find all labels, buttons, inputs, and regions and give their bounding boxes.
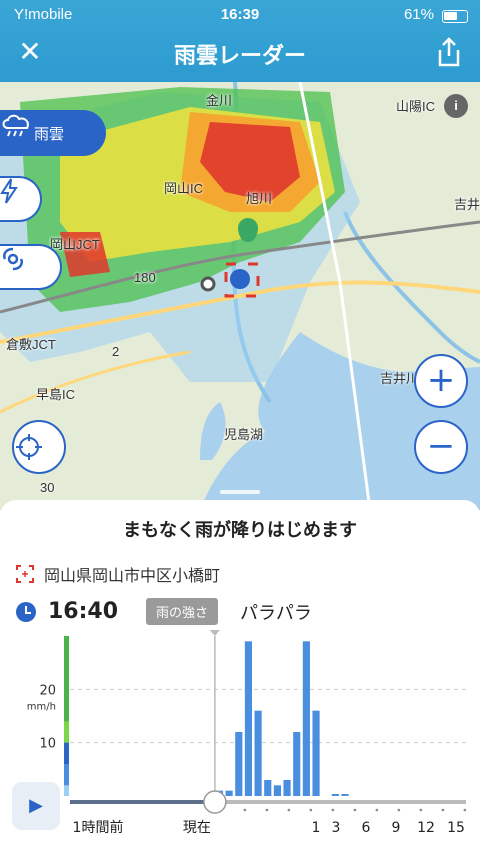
x-tick-label: 現在	[183, 820, 211, 836]
intensity-value: パラパラ	[240, 602, 312, 624]
map-label: 児島湖	[224, 427, 264, 442]
status-bar: Y!mobile 16:39 61%	[0, 4, 480, 24]
forecast-sheet: まもなく雨が降りはじめます 岡山県岡山市中区小橋町 16:40 雨の強さ パラパ…	[0, 490, 480, 854]
x-tick-label: 9	[392, 820, 401, 836]
rain-chart[interactable]: 10 20 mm/h 1時間前 現在 1 3 6 9 12 15	[0, 626, 480, 854]
x-tick-label: 1時間前	[73, 819, 124, 836]
x-tick-label: 6	[362, 820, 371, 836]
battery-icon	[442, 10, 468, 23]
timeline-knob[interactable]	[203, 790, 227, 814]
rain-bar	[225, 790, 233, 796]
map-label: 金川	[206, 93, 233, 108]
time-row: 16:40 雨の強さ パラパラ	[16, 598, 312, 625]
x-tick-label: 3	[332, 820, 341, 836]
map-label: 旭川	[246, 191, 273, 206]
share-icon[interactable]	[434, 36, 464, 68]
y-tick-label: 20	[39, 683, 56, 698]
clock-icon	[16, 601, 36, 622]
timeline-tick	[419, 808, 423, 812]
selected-time: 16:40	[48, 599, 119, 624]
rain-bar	[312, 710, 320, 796]
rain-bar	[244, 641, 253, 796]
zoom-in-button[interactable]: +	[414, 354, 468, 408]
timeline-tick	[265, 808, 269, 812]
radar-map[interactable]: 金川 山陽IC 岡山IC 旭川 吉井 岡山JCT 180 倉敷JCT 2 吉井川…	[0, 82, 480, 510]
map-label: 早島IC	[36, 387, 76, 402]
map-label: 180	[134, 270, 156, 285]
info-icon[interactable]: i	[444, 94, 468, 118]
timeline-tick	[375, 808, 379, 812]
rain-bar	[273, 785, 281, 796]
map-label: 岡山IC	[164, 181, 204, 196]
rain-bar	[331, 794, 339, 796]
timeline-tick	[331, 808, 335, 812]
x-tick-label: 15	[447, 820, 465, 836]
rain-bar	[293, 732, 301, 796]
timeline-tick	[309, 808, 313, 812]
map-label: 岡山JCT	[50, 237, 100, 252]
timeline-tick	[287, 808, 291, 812]
sheet-handle[interactable]	[220, 490, 260, 494]
locate-button[interactable]	[12, 420, 66, 474]
rain-cloud-icon	[2, 114, 29, 137]
play-button[interactable]: ▶	[12, 782, 60, 830]
rain-bar	[254, 710, 262, 796]
intensity-badge: 雨の強さ	[146, 598, 219, 625]
map-label: 2	[112, 344, 120, 359]
layer-typhoon-button[interactable]	[0, 244, 62, 290]
x-tick-label: 1	[312, 820, 321, 836]
rain-bar	[302, 641, 310, 796]
address-text: 岡山県岡山市中区小橋町	[44, 566, 221, 585]
timeline-tick	[397, 808, 401, 812]
location-target-icon	[16, 565, 34, 583]
now-marker	[209, 630, 220, 636]
crosshair-icon	[16, 434, 42, 460]
address-row: 岡山県岡山市中区小橋町	[16, 562, 220, 586]
x-tick-label: 12	[417, 820, 435, 836]
rain-bar	[235, 732, 243, 796]
forecast-headline: まもなく雨が降りはじめます	[123, 520, 357, 541]
rain-bar	[283, 780, 291, 796]
timeline-tick	[441, 808, 445, 812]
map-label: 倉敷JCT	[6, 337, 56, 352]
battery-percent: 61%	[403, 6, 434, 23]
y-tick-label: 10	[39, 737, 56, 752]
typhoon-icon	[3, 247, 23, 271]
play-icon: ▶	[29, 795, 43, 816]
map-label: 30	[40, 480, 55, 495]
rain-bar	[341, 794, 349, 796]
timeline-tick	[243, 808, 247, 812]
intensity-legend-strip	[64, 785, 69, 796]
timeline-tick	[353, 808, 357, 812]
rain-bar	[264, 780, 272, 796]
zoom-out-button[interactable]: −	[414, 420, 468, 474]
layer-rain-button[interactable]: 雨雲	[0, 110, 106, 156]
map-label: 山陽IC	[396, 99, 436, 114]
lightning-icon	[0, 178, 18, 204]
intensity-legend-strip	[64, 742, 69, 764]
intensity-legend-strip	[64, 764, 69, 786]
map-label: 吉井	[454, 197, 480, 212]
timeline-tick	[463, 808, 467, 812]
y-axis-label: mm/h	[27, 701, 56, 712]
layer-rain-label: 雨雲	[33, 124, 64, 143]
header: Y!mobile 16:39 61% ✕ 雨雲レーダー	[0, 0, 480, 82]
page-title: 雨雲レーダー	[173, 43, 306, 68]
